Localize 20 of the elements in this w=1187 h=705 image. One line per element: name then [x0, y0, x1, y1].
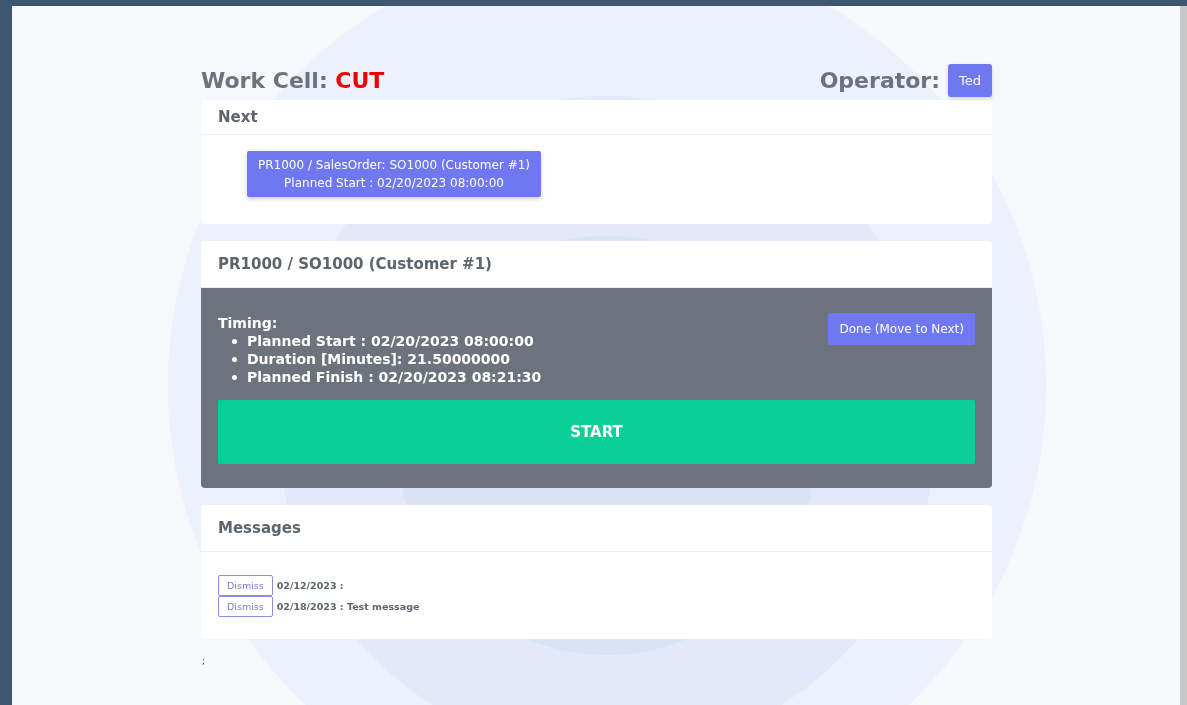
timing-label: Timing:	[218, 314, 279, 332]
operator-button[interactable]: Ted	[948, 63, 992, 97]
operator-label: Operator:	[819, 67, 940, 93]
start-button[interactable]: START	[218, 400, 975, 464]
dismiss-button[interactable]: Dismiss	[218, 596, 273, 617]
next-job-button[interactable]: PR1000 / SalesOrder: SO1000 (Customer #1) Planned Start : 02/20/2023 08:00:00	[247, 151, 542, 197]
bullet-icon	[232, 338, 237, 344]
bullet-icon	[232, 374, 237, 380]
dismiss-button[interactable]: Dismiss	[218, 575, 273, 596]
timing-item: Duration [Minutes]: 21.50000000	[247, 350, 511, 368]
done-button[interactable]: Done (Move to Next)	[828, 313, 975, 345]
footer-text: ;	[202, 656, 207, 666]
work-cell-title: Work Cell: CUT	[201, 67, 385, 93]
timing-item: Planned Finish : 02/20/2023 08:21:30	[247, 368, 542, 386]
card-title: Messages	[201, 505, 992, 552]
message-text: 02/12/2023 :	[276, 580, 344, 591]
card-title: Next	[201, 100, 992, 135]
message-text: 02/18/2023 : Test message	[276, 601, 420, 612]
timing-item: Planned Start : 02/20/2023 08:00:00	[247, 332, 534, 350]
bullet-icon	[232, 356, 237, 362]
